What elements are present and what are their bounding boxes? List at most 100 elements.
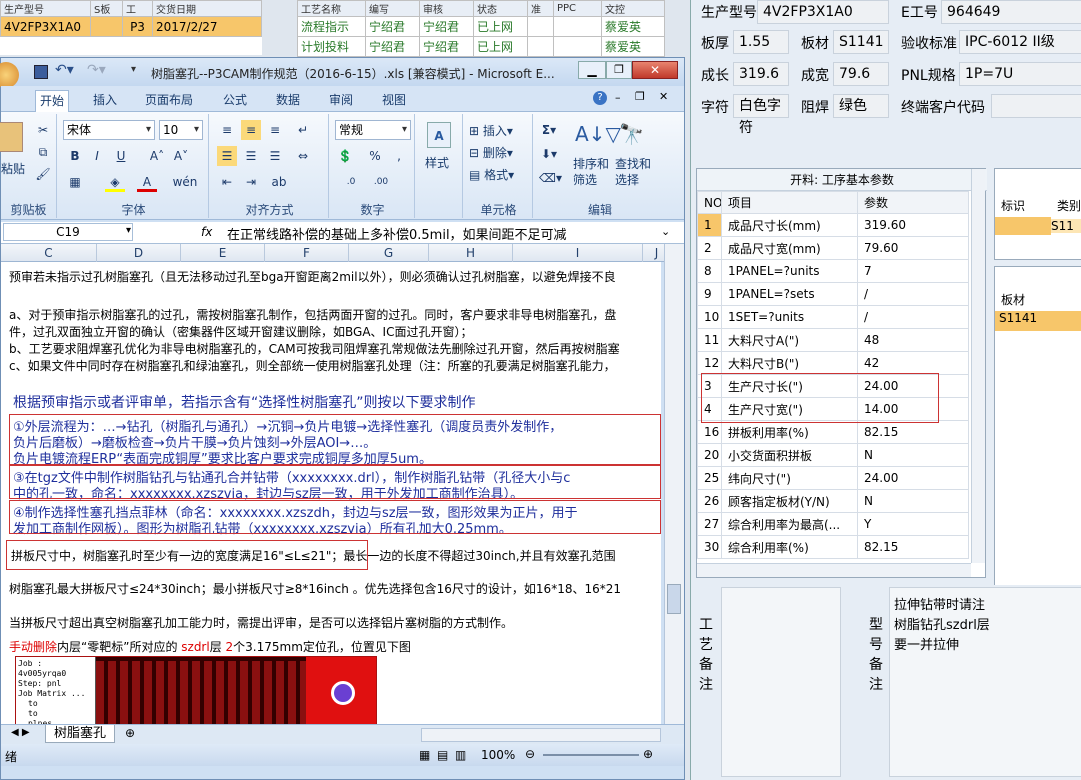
silkscreen-field[interactable]: 白色字符 <box>733 94 789 136</box>
table-row[interactable]: 27 综合利用率为最高(... Y <box>697 512 969 536</box>
cell[interactable]: 48 <box>857 328 969 352</box>
sort-filter-button[interactable]: 排序和筛选 <box>573 156 613 188</box>
cell[interactable]: 大料尺寸A(") <box>721 328 858 352</box>
increase-indent-icon[interactable]: ⇥ <box>241 172 261 192</box>
cell[interactable]: 7 <box>857 259 969 283</box>
font-color-icon[interactable]: A <box>137 172 157 192</box>
col-header[interactable]: PPC <box>553 0 602 17</box>
table-row[interactable]: 2 成品尺寸宽(mm) 79.60 <box>697 236 969 260</box>
styles-icon[interactable]: A <box>427 122 451 148</box>
sort-filter-icon[interactable]: A↓▽ <box>575 122 621 146</box>
font-name-combo[interactable]: 宋体 <box>63 120 155 140</box>
cell[interactable]: 1PANEL=?units <box>721 259 858 283</box>
cell[interactable]: S1141 <box>995 311 1081 331</box>
table-row[interactable]: 9 1PANEL=?sets / <box>697 282 969 306</box>
align-bottom-icon[interactable]: ≡ <box>265 120 285 140</box>
view-layout-icon[interactable]: ▤ <box>437 748 448 762</box>
thickness-field[interactable]: 1.55 <box>733 30 789 54</box>
font-size-combo[interactable]: 10 <box>159 120 203 140</box>
col-header[interactable]: 标识 <box>1001 197 1025 214</box>
qat-more-icon[interactable]: ▾ <box>131 64 136 75</box>
col-header-e[interactable]: E <box>181 244 265 262</box>
cell[interactable] <box>527 36 554 57</box>
col-header[interactable]: 生产型号 <box>0 0 91 17</box>
col-header[interactable]: 文控 <box>601 0 665 17</box>
table-row[interactable]: 20 小交货面积拼板 N <box>697 443 969 467</box>
fx-icon[interactable]: fx <box>201 225 212 239</box>
col-header[interactable]: 状态 <box>473 0 528 17</box>
customer-code-field[interactable] <box>991 94 1081 118</box>
table-row[interactable]: 4V2FP3X1A0 P3 2017/2/27 <box>0 16 262 37</box>
selected-cell[interactable] <box>995 217 1051 235</box>
cell[interactable]: 42 <box>857 351 969 375</box>
col-header-h[interactable]: H <box>429 244 513 262</box>
material-field[interactable]: S1141 <box>833 30 889 54</box>
table-row[interactable]: 12 大料尺寸B(") 42 <box>697 351 969 375</box>
table-row[interactable]: 16 拼板利用率(%) 82.15 <box>697 420 969 444</box>
col-header-g[interactable]: G <box>349 244 429 262</box>
scroll-thumb[interactable] <box>667 584 681 614</box>
cell-text[interactable]: 手动删除内层“零靶标”所对应的 szdrl层 2个3.175mm定位孔，位置见下… <box>9 638 661 655</box>
eno-field[interactable]: 964649 <box>941 0 1081 24</box>
autosum-icon[interactable]: Σ▾ <box>539 120 559 140</box>
fill-icon[interactable]: ⬇▾ <box>539 144 559 164</box>
name-box[interactable]: C19 <box>3 223 133 241</box>
col-header[interactable]: NO <box>697 191 722 214</box>
fill-color-icon[interactable]: ◈ <box>105 172 125 192</box>
shrink-font-icon[interactable]: A˅ <box>171 146 191 166</box>
table-row[interactable]: 30 综合利用率(%) 82.15 <box>697 535 969 559</box>
table-row[interactable]: 8 1PANEL=?units 7 <box>697 259 969 283</box>
format-cells-button[interactable]: ▤ 格式▾ <box>469 166 514 183</box>
cell[interactable]: 宁绍君 <box>365 16 420 37</box>
redo-icon[interactable]: ↷▾ <box>87 62 106 78</box>
new-sheet-icon[interactable]: ⊕ <box>125 726 135 740</box>
cell[interactable] <box>553 16 602 37</box>
undo-icon[interactable]: ↶▾ <box>55 62 74 78</box>
cell[interactable]: 拼板利用率(%) <box>721 420 858 444</box>
align-center-icon[interactable]: ☰ <box>241 146 261 166</box>
orientation-icon[interactable]: ab <box>269 172 289 192</box>
cut-icon[interactable]: ✂ <box>33 120 53 140</box>
table-row[interactable]: 1 成品尺寸长(mm) 319.60 <box>697 213 969 237</box>
cell[interactable]: 2017/2/27 <box>152 16 262 37</box>
underline-icon[interactable]: U <box>111 146 131 166</box>
cell[interactable]: 蔡爱英 <box>601 16 665 37</box>
grid-vscroll[interactable] <box>971 169 985 563</box>
table-row[interactable]: 流程指示 宁绍君 宁绍君 已上网 蔡爱英 <box>297 16 665 37</box>
cell[interactable]: Y <box>857 512 969 536</box>
cell[interactable]: 4V2FP3X1A0 <box>0 16 91 37</box>
model-notes-box[interactable]: 拉伸钻带时请注 树脂钻孔szdrl层 要一并拉伸 <box>889 587 1081 777</box>
cell[interactable]: 已上网 <box>473 16 528 37</box>
decrease-indent-icon[interactable]: ⇤ <box>217 172 237 192</box>
cell-text[interactable]: 件，过孔双面独立开窗的确认（密集器件区域开窗建议删除，如BGA、IC面过孔开窗）… <box>9 323 661 340</box>
cell[interactable]: 大料尺寸B(") <box>721 351 858 375</box>
process-notes-box[interactable] <box>721 587 841 777</box>
cell[interactable]: N <box>857 489 969 513</box>
tab-review[interactable]: 审阅 <box>325 90 357 112</box>
merge-center-icon[interactable]: ⇔ <box>293 146 313 166</box>
cell[interactable]: N <box>857 443 969 467</box>
ribbon-restore-icon[interactable]: ❐ <box>635 90 645 103</box>
cell[interactable] <box>553 36 602 57</box>
cell[interactable]: 综合利用率为最高(... <box>721 512 858 536</box>
col-header-i[interactable]: I <box>513 244 643 262</box>
cell-text[interactable]: a、对于预审指示树脂塞孔的过孔，需按树脂塞孔制作，包括两面开窗的过孔。同时，客户… <box>9 306 661 323</box>
office-logo-icon[interactable] <box>0 62 19 88</box>
cell[interactable]: 蔡爱英 <box>601 36 665 57</box>
tab-home[interactable]: 开始 <box>35 90 70 112</box>
length-field[interactable]: 319.6 <box>733 62 789 86</box>
width-field[interactable]: 79.6 <box>833 62 889 86</box>
minimize-button[interactable]: ▁ <box>578 61 606 79</box>
cell[interactable]: 纬向尺寸(") <box>721 466 858 490</box>
zoom-level[interactable]: 100% <box>481 748 515 762</box>
percent-icon[interactable]: % <box>365 146 385 166</box>
tab-nav-icon[interactable]: ◀ ▶ <box>11 727 30 738</box>
table-row[interactable]: 26 顾客指定板材(Y/N) N <box>697 489 969 513</box>
zoom-in-icon[interactable]: ⊕ <box>643 747 653 761</box>
standard-field[interactable]: IPC-6012 II级 <box>959 30 1081 54</box>
copy-icon[interactable]: ⧉ <box>33 142 53 162</box>
h-scrollbar[interactable] <box>421 728 661 742</box>
formula-input[interactable]: 在正常线路补偿的基础上多补偿0.5mil，如果间距不足可减 <box>227 224 647 243</box>
cell[interactable]: 319.60 <box>857 213 969 237</box>
name-box-dropdown-icon[interactable]: ▾ <box>126 225 131 236</box>
